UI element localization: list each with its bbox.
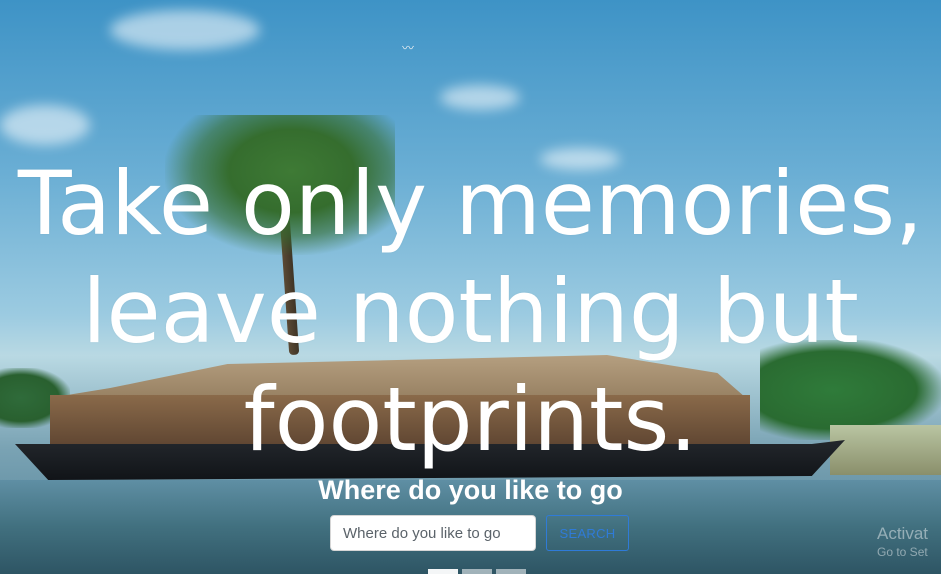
- hero-subtitle: Where do you like to go: [318, 475, 623, 505]
- destination-search-input[interactable]: [330, 515, 536, 551]
- carousel-indicators: [428, 569, 526, 574]
- carousel-indicator[interactable]: [496, 569, 526, 574]
- search-button[interactable]: SEARCH: [546, 515, 629, 551]
- carousel-indicator[interactable]: [462, 569, 492, 574]
- watermark-line-1: Activat: [877, 524, 929, 543]
- carousel-indicator[interactable]: [428, 569, 458, 574]
- hero-banner: 〰 Take only memories, leave nothing but …: [0, 0, 941, 574]
- activation-watermark: Activat Go to Set: [877, 524, 928, 560]
- hero-headline: Take only memories, leave nothing but fo…: [17, 152, 924, 471]
- background-cloud: [110, 10, 260, 50]
- search-form: SEARCH: [330, 515, 629, 551]
- bird-icon: 〰: [402, 41, 415, 55]
- background-cloud: [0, 105, 90, 145]
- background-cloud: [440, 85, 520, 110]
- watermark-line-2: Go to Set: [877, 545, 928, 559]
